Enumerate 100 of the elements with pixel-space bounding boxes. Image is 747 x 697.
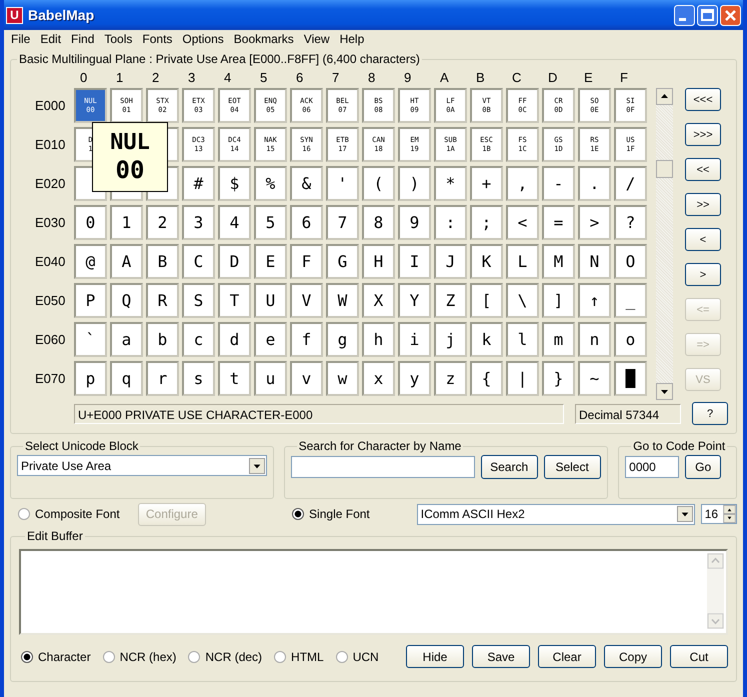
menu-item[interactable]: Tools	[99, 32, 138, 46]
glyph-cell[interactable]: 6	[290, 205, 323, 240]
menu-item[interactable]: Edit	[35, 32, 66, 46]
menu-item[interactable]: Options	[177, 32, 229, 46]
glyph-cell[interactable]: I	[398, 244, 431, 279]
glyph-cell[interactable]: d	[218, 322, 251, 357]
font-mode-radio[interactable]: Composite Font	[18, 507, 120, 521]
glyph-cell[interactable]: )	[398, 166, 431, 201]
glyph-cell[interactable]: >	[578, 205, 611, 240]
output-format-radio[interactable]: HTML	[274, 650, 324, 664]
glyph-cell[interactable]: U	[254, 283, 287, 318]
menu-item[interactable]: View	[298, 32, 335, 46]
menu-item[interactable]: Bookmarks	[228, 32, 299, 46]
glyph-cell[interactable]: k	[470, 322, 503, 357]
glyph-cell[interactable]: T	[218, 283, 251, 318]
glyph-cell[interactable]: m	[542, 322, 575, 357]
glyph-cell[interactable]: s	[182, 361, 215, 396]
glyph-cell[interactable]: c	[182, 322, 215, 357]
glyph-cell[interactable]: Z	[434, 283, 467, 318]
edit-buffer-button[interactable]: Clear	[538, 645, 596, 668]
navigation-button[interactable]: >>>	[685, 123, 721, 146]
glyph-cell[interactable]: ~	[578, 361, 611, 396]
glyph-cell[interactable]: ]	[542, 283, 575, 318]
edit-buffer-button[interactable]: Copy	[604, 645, 662, 668]
glyph-cell[interactable]: ,	[506, 166, 539, 201]
glyph-cell[interactable]: V	[290, 283, 323, 318]
font-mode-radio[interactable]: Single Font	[292, 507, 370, 521]
navigation-button[interactable]: <	[685, 228, 721, 251]
glyph-cell[interactable]: \	[506, 283, 539, 318]
edit-buffer-button[interactable]: Save	[472, 645, 530, 668]
glyph-cell[interactable]: }	[542, 361, 575, 396]
glyph-cell[interactable]: |	[506, 361, 539, 396]
glyph-cell[interactable]: 9	[398, 205, 431, 240]
help-button[interactable]: ?	[692, 402, 728, 425]
navigation-button[interactable]: <<<	[685, 88, 721, 111]
glyph-cell[interactable]: _	[614, 283, 647, 318]
edit-buffer-button[interactable]: Hide	[406, 645, 464, 668]
glyph-cell[interactable]: {	[470, 361, 503, 396]
navigation-button[interactable]: >>	[685, 193, 721, 216]
menu-item[interactable]: Help	[334, 32, 370, 46]
glyph-cell[interactable]: z	[434, 361, 467, 396]
glyph-cell[interactable]: x	[362, 361, 395, 396]
glyph-cell[interactable]: S	[182, 283, 215, 318]
output-format-radio[interactable]: UCN	[336, 650, 379, 664]
glyph-cell[interactable]: +	[470, 166, 503, 201]
glyph-cell[interactable]: A	[110, 244, 143, 279]
unicode-block-dropdown[interactable]: Private Use Area	[17, 455, 267, 476]
glyph-cell[interactable]: (	[362, 166, 395, 201]
search-button[interactable]: Search	[480, 455, 538, 479]
glyph-cell[interactable]: i	[398, 322, 431, 357]
glyph-cell[interactable]: #	[182, 166, 215, 201]
glyph-cell[interactable]: $	[218, 166, 251, 201]
output-format-radio[interactable]: Character	[21, 650, 91, 664]
navigation-button[interactable]: <<	[685, 158, 721, 181]
glyph-cell[interactable]: w	[326, 361, 359, 396]
glyph-cell[interactable]: r	[146, 361, 179, 396]
glyph-cell[interactable]: h	[362, 322, 395, 357]
glyph-cell[interactable]: O	[614, 244, 647, 279]
output-format-radio[interactable]: NCR (hex)	[102, 650, 176, 664]
glyph-cell[interactable]: f	[290, 322, 323, 357]
glyph-cell[interactable]: Y	[398, 283, 431, 318]
menu-item[interactable]: Find	[66, 32, 100, 46]
glyph-cell[interactable]: @	[74, 244, 107, 279]
glyph-cell[interactable]: p	[74, 361, 107, 396]
glyph-cell[interactable]: ?	[614, 205, 647, 240]
glyph-cell[interactable]: o	[614, 322, 647, 357]
glyph-cell[interactable]: /	[614, 166, 647, 201]
glyph-cell[interactable]: %	[254, 166, 287, 201]
menu-item[interactable]: File	[6, 32, 36, 46]
code-point-field[interactable]: 0000	[625, 456, 680, 478]
navigation-button[interactable]: >	[685, 263, 721, 286]
glyph-cell[interactable]: e	[254, 322, 287, 357]
glyph-cell[interactable]: P	[74, 283, 107, 318]
glyph-cell[interactable]: t	[218, 361, 251, 396]
glyph-cell[interactable]: g	[326, 322, 359, 357]
glyph-cell[interactable]: .	[578, 166, 611, 201]
glyph-cell[interactable]: q	[110, 361, 143, 396]
glyph-cell[interactable]: ;	[470, 205, 503, 240]
glyph-cell[interactable]: -	[542, 166, 575, 201]
glyph-cell[interactable]: D	[218, 244, 251, 279]
glyph-cell[interactable]: █	[614, 361, 647, 396]
glyph-cell[interactable]: l	[506, 322, 539, 357]
glyph-cell[interactable]: ↑	[578, 283, 611, 318]
glyph-cell[interactable]: =	[542, 205, 575, 240]
glyph-cell[interactable]: K	[470, 244, 503, 279]
output-format-radio[interactable]: NCR (dec)	[188, 650, 262, 664]
glyph-cell[interactable]: 0	[74, 205, 107, 240]
glyph-cell[interactable]: B	[146, 244, 179, 279]
glyph-cell[interactable]: Q	[110, 283, 143, 318]
glyph-cell[interactable]: y	[398, 361, 431, 396]
glyph-cell[interactable]: *	[434, 166, 467, 201]
glyph-cell[interactable]: E	[254, 244, 287, 279]
glyph-cell[interactable]: 1	[110, 205, 143, 240]
glyph-cell[interactable]: &	[290, 166, 323, 201]
glyph-cell[interactable]: M	[542, 244, 575, 279]
glyph-cell[interactable]: v	[290, 361, 323, 396]
glyph-cell[interactable]: u	[254, 361, 287, 396]
font-dropdown[interactable]: IComm ASCII Hex2	[416, 504, 695, 524]
glyph-cell[interactable]: :	[434, 205, 467, 240]
glyph-cell[interactable]: 3	[182, 205, 215, 240]
